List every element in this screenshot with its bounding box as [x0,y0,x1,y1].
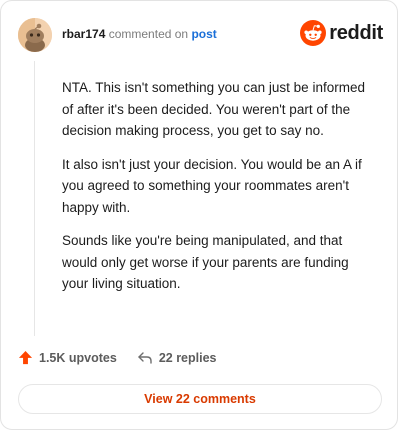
replies-button[interactable]: 22 replies [137,351,217,365]
reply-arrow-icon [138,351,152,364]
comment-paragraph: NTA. This isn't something you can just b… [62,80,365,138]
commented-on-text: commented on [108,27,189,41]
comment-body: NTA. This isn't something you can just b… [62,77,372,307]
reddit-logo[interactable]: reddit [300,20,383,46]
comment-paragraph: Sounds like you're being manipulated, an… [62,233,349,291]
username[interactable]: rbar174 [62,27,105,41]
reddit-wordmark: reddit [329,21,383,44]
comment-actions: 1.5K upvotes 22 replies [18,350,217,365]
upvote-arrow-icon [18,350,33,365]
avatar-snoo-icon [18,18,52,52]
view-comments-button[interactable]: View 22 comments [18,384,382,414]
upvote-button[interactable]: 1.5K upvotes [18,350,117,365]
comment-header: rbar174 commented on post [62,26,217,42]
post-link[interactable]: post [191,27,216,41]
upvote-count: 1.5K upvotes [39,350,117,365]
thread-line[interactable] [34,61,35,336]
reddit-snoo-icon [300,20,327,46]
avatar[interactable] [18,18,52,52]
comment-paragraph: It also isn't just your decision. You wo… [62,156,362,215]
view-comments-label: View 22 comments [144,392,256,406]
comment-card: rbar174 commented on post reddit NTA. Th… [0,0,398,430]
reply-count: 22 replies [158,350,217,365]
